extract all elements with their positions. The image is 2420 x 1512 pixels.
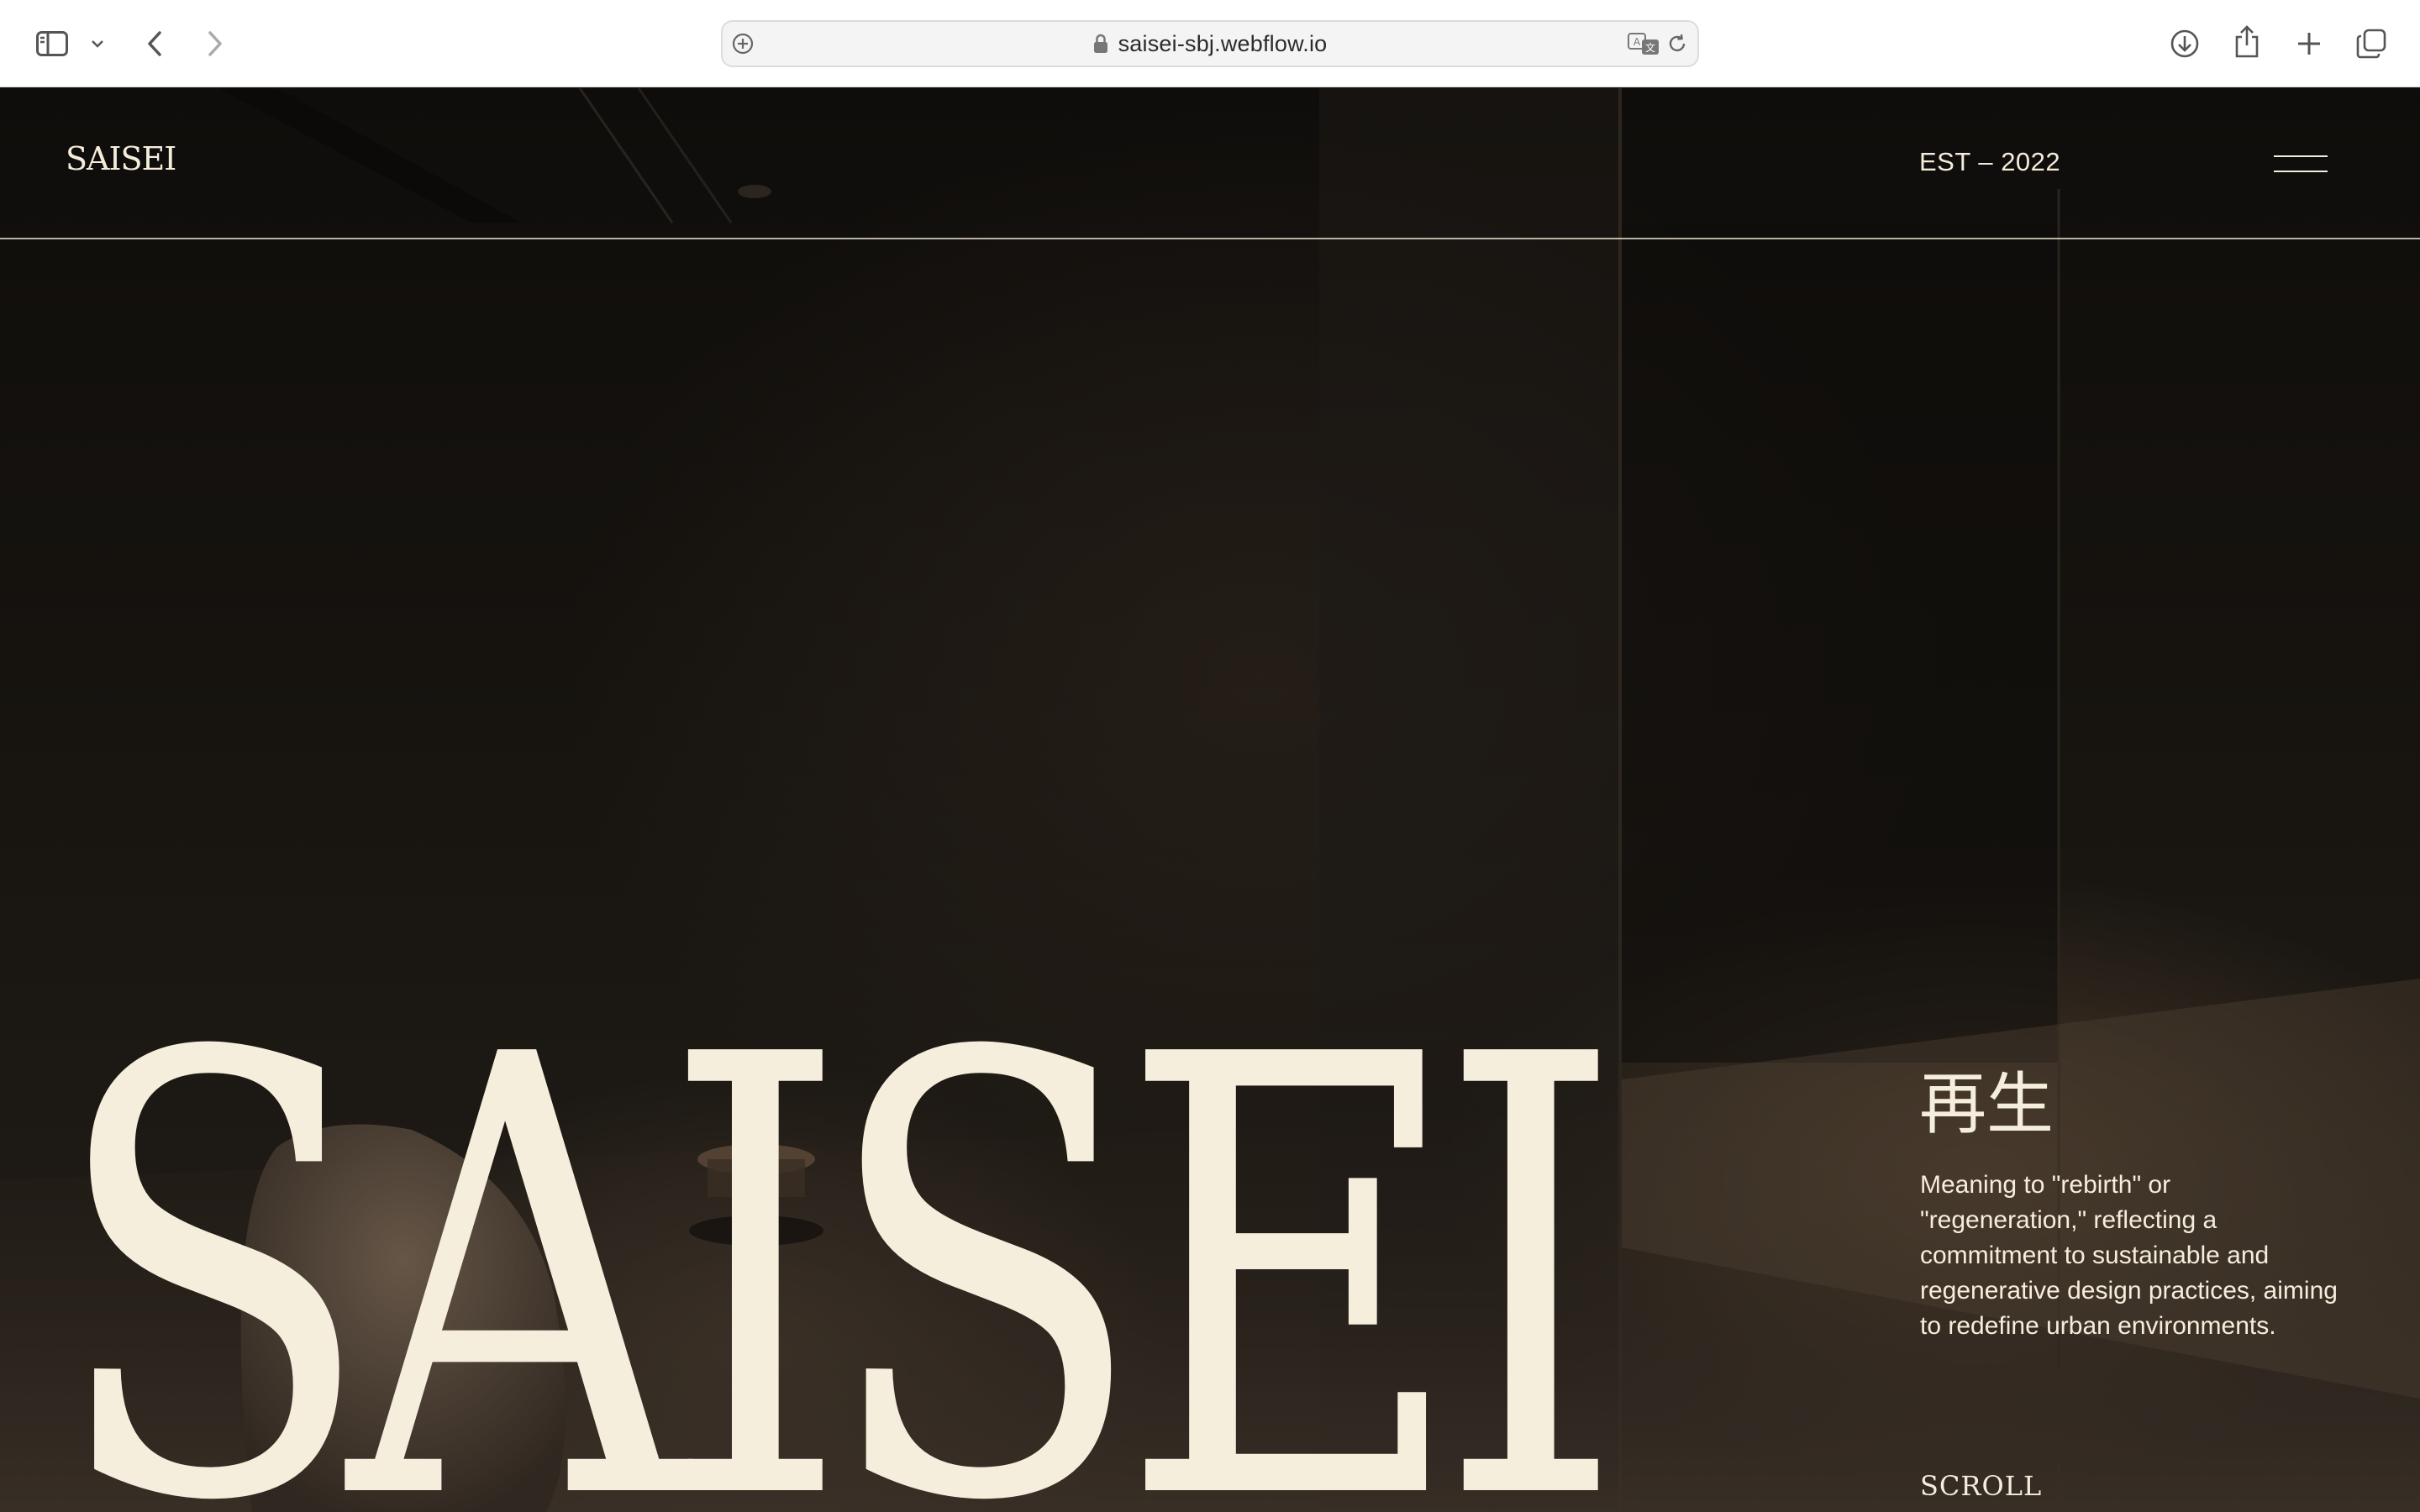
established-label: EST – 2022 (1919, 147, 2061, 176)
hero-kanji: 再生 (1919, 1065, 2054, 1143)
scroll-link[interactable]: SCROLL (1920, 1470, 2042, 1502)
chevron-down-icon[interactable] (86, 32, 109, 55)
translate-icon[interactable]: A文 (1627, 30, 1660, 57)
share-icon[interactable] (2228, 22, 2265, 62)
url-text: saisei-sbj.webflow.io (1118, 30, 1328, 56)
reload-icon[interactable] (1664, 30, 1691, 57)
new-tab-icon[interactable] (2291, 25, 2328, 62)
hero-title: SAISEI (50, 929, 1624, 1512)
forward-icon[interactable] (200, 25, 230, 62)
svg-text:文: 文 (1645, 41, 1655, 54)
site-header: SAISEI EST – 2022 (0, 88, 2420, 239)
lock-icon (1093, 34, 1108, 54)
sidebar-icon[interactable] (32, 25, 72, 62)
tabs-overview-icon[interactable] (2353, 25, 2390, 62)
browser-toolbar: saisei-sbj.webflow.io A文 (0, 0, 2420, 87)
site-logo[interactable]: SAISEI (66, 140, 176, 177)
download-icon[interactable] (2166, 25, 2203, 62)
hero-description: Meaning to "rebirth" or "regeneration," … (1920, 1171, 2338, 1340)
hamburger-menu-icon[interactable] (2274, 152, 2328, 177)
back-icon[interactable] (139, 25, 170, 62)
url-display[interactable]: saisei-sbj.webflow.io (723, 22, 1697, 66)
hero-section: SAISEI EST – 2022 SAISEI 再生 Meaning to "… (0, 88, 2420, 1512)
address-bar[interactable]: saisei-sbj.webflow.io A文 (721, 20, 1699, 67)
svg-text:A: A (1634, 36, 1641, 48)
